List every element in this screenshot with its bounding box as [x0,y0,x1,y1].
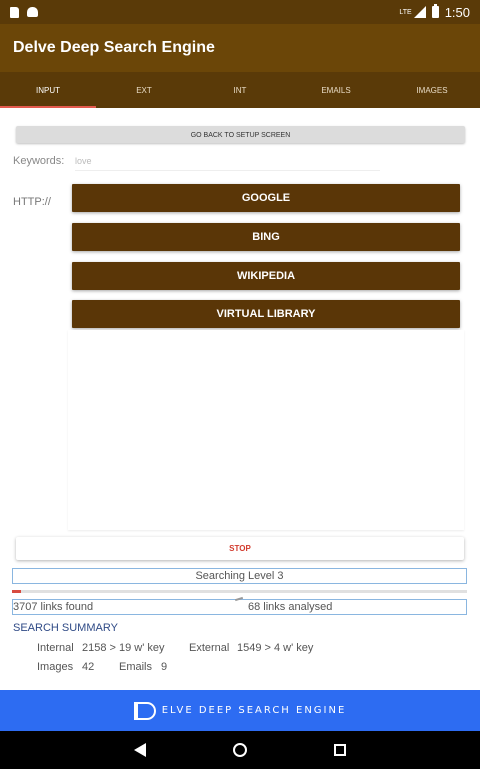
recents-icon[interactable] [334,744,347,756]
tab-ext[interactable]: EXT [96,72,192,108]
signal-icon [413,6,426,18]
home-icon[interactable] [232,743,247,757]
tab-emails[interactable]: EMAILS [288,72,384,108]
clock: 1:50 [444,4,470,20]
search-progress-fill [12,590,22,593]
navigation-bar [0,731,480,769]
internal-label: Internal [37,642,74,654]
tab-input[interactable]: INPUT [0,72,96,108]
results-webview[interactable] [68,330,464,530]
internal-value: 2158 > 19 w' key [82,642,165,654]
tab-int[interactable]: INT [192,72,288,108]
bing-button[interactable]: BING [72,223,460,251]
delve-logo-icon [133,701,156,720]
app-banner: ELVE DEEP SEARCH ENGINE [0,690,480,731]
external-value: 1549 > 4 w' key [237,642,314,654]
search-level-status: Searching Level 3 [12,568,467,584]
app-bar: Delve Deep Search Engine [0,24,480,72]
app-title: Delve Deep Search Engine [13,39,215,56]
virtual-library-button[interactable]: VIRTUAL LIBRARY [72,300,460,328]
back-icon[interactable] [133,743,146,757]
status-bar: LTE 1:50 [0,0,480,24]
battery-icon [431,4,439,18]
images-label: Images [37,661,74,673]
keywords-input[interactable] [75,151,380,171]
google-button[interactable]: GOOGLE [72,184,460,212]
stop-button[interactable]: STOP [16,537,464,560]
links-status: 3707 links found 68 links analysed [12,596,467,615]
android-icon [27,7,38,17]
images-value: 42 [82,661,95,673]
emails-value: 9 [161,661,168,673]
network-type-label: LTE [399,8,412,16]
emails-label: Emails [119,661,153,673]
progress-marker-icon [234,596,244,602]
tab-bar: INPUT EXT INT EMAILS IMAGES [0,72,480,108]
links-analysed-count: 68 links analysed [248,601,333,613]
http-label: HTTP:// [13,196,51,208]
sd-card-icon [10,6,19,18]
search-progress-bar [12,590,467,593]
tab-images[interactable]: IMAGES [384,72,480,108]
external-label: External [189,642,230,654]
banner-text: ELVE DEEP SEARCH ENGINE [161,705,347,716]
links-found-count: 3707 links found [13,601,94,613]
go-back-to-setup-button[interactable]: GO BACK TO SETUP SCREEN [16,126,465,143]
wikipedia-button[interactable]: WIKIPEDIA [72,262,460,290]
search-summary-title: SEARCH SUMMARY [13,622,118,634]
keywords-label: Keywords: [13,155,65,167]
